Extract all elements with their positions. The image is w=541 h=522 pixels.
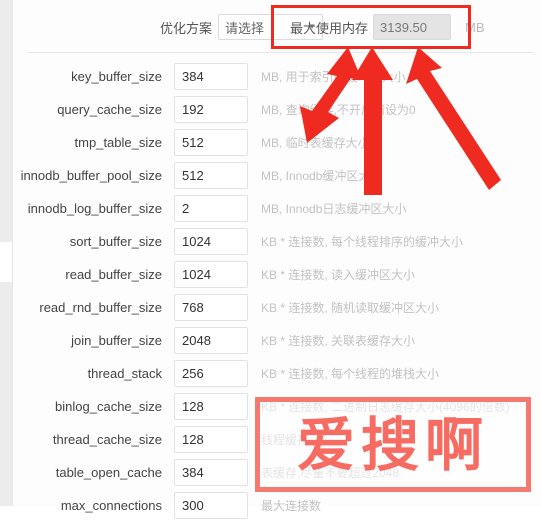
setting-input[interactable]: [174, 360, 248, 387]
setting-label: innodb_log_buffer_size: [27, 201, 162, 216]
setting-hint: MB, Innodb缓冲区大小: [261, 169, 383, 183]
setting-row: binlog_cache_size KB * 连接数, 二进制日志缓存大小(409…: [13, 390, 541, 423]
setting-row: tmp_table_size MB, 临时表缓存大小: [13, 126, 541, 159]
header-divider: [28, 52, 533, 53]
setting-label: sort_buffer_size: [69, 234, 162, 249]
setting-hint: 表缓存,尽量不要超过2048: [261, 466, 400, 480]
setting-row: query_cache_size MB, 查询缓存,不开启请设为0: [13, 93, 541, 126]
max-memory-label: 最大使用内存: [290, 20, 369, 36]
setting-label: thread_cache_size: [52, 432, 162, 447]
max-memory-group: 最大使用内存 MB: [290, 14, 485, 40]
setting-hint: MB, 查询缓存,不开启请设为0: [261, 103, 416, 117]
setting-label: join_buffer_size: [71, 333, 162, 348]
setting-label: read_buffer_size: [65, 267, 162, 282]
setting-input[interactable]: [174, 294, 248, 321]
setting-row: join_buffer_size KB * 连接数, 关联表缓存大小: [13, 324, 541, 357]
setting-row: innodb_log_buffer_size MB, Innodb日志缓冲区大小: [13, 192, 541, 225]
setting-row: sort_buffer_size KB * 连接数, 每个线程排序的缓冲大小: [13, 225, 541, 258]
setting-label: query_cache_size: [57, 102, 162, 117]
setting-hint: KB * 连接数, 关联表缓存大小: [261, 334, 416, 348]
setting-row: read_rnd_buffer_size KB * 连接数, 随机读取缓冲区大小: [13, 291, 541, 324]
settings-form: key_buffer_size MB, 用于索引的缓冲区大小 query_cache…: [13, 60, 541, 522]
setting-hint: KB * 连接数, 读入缓冲区大小: [261, 268, 416, 282]
left-rail-block-bottom: [0, 282, 12, 506]
setting-hint: MB, 用于索引的缓冲区大小: [261, 70, 406, 84]
setting-input[interactable]: [174, 228, 248, 255]
setting-hint: MB, 临时表缓存大小: [261, 136, 370, 150]
setting-hint: KB * 连接数, 二进制日志缓存大小(4096的倍数): [261, 400, 510, 414]
setting-input[interactable]: [174, 162, 248, 189]
setting-input[interactable]: [174, 129, 248, 156]
setting-row: read_buffer_size KB * 连接数, 读入缓冲区大小: [13, 258, 541, 291]
setting-hint: KB * 连接数, 随机读取缓冲区大小: [261, 301, 440, 315]
optimizer-settings-page: 优化方案 请选择 ▼ 最大使用内存 MB key_buffer_size MB, …: [0, 0, 541, 519]
setting-input[interactable]: [174, 96, 248, 123]
setting-input[interactable]: [174, 459, 248, 486]
setting-row: table_open_cache 表缓存,尽量不要超过2048: [13, 456, 541, 489]
setting-row: thread_cache_size 线程缓存: [13, 423, 541, 456]
setting-row: innodb_buffer_pool_size MB, Innodb缓冲区大小: [13, 159, 541, 192]
max-memory-input[interactable]: [373, 14, 452, 40]
setting-input[interactable]: [174, 195, 248, 222]
setting-hint: KB * 连接数, 每个线程的堆栈大小: [261, 367, 440, 381]
setting-input[interactable]: [174, 393, 248, 420]
left-rail: [0, 0, 12, 506]
setting-input[interactable]: [174, 63, 248, 90]
setting-row: thread_stack KB * 连接数, 每个线程的堆栈大小: [13, 357, 541, 390]
setting-hint: MB, Innodb日志缓冲区大小: [261, 202, 407, 216]
setting-hint: KB * 连接数, 每个线程排序的缓冲大小: [261, 235, 464, 249]
setting-label: key_buffer_size: [71, 69, 162, 84]
setting-hint: 线程缓存: [261, 433, 310, 447]
header-row: 优化方案 请选择 ▼ 最大使用内存 MB: [13, 0, 541, 52]
left-rail-block-top: [0, 0, 12, 242]
max-memory-unit: MB: [465, 19, 485, 35]
setting-input[interactable]: [174, 327, 248, 354]
setting-row: key_buffer_size MB, 用于索引的缓冲区大小: [13, 60, 541, 93]
setting-label: read_rnd_buffer_size: [39, 300, 162, 315]
setting-label: thread_stack: [87, 366, 162, 381]
setting-label: table_open_cache: [55, 465, 162, 480]
setting-input[interactable]: [174, 426, 248, 453]
setting-label: innodb_buffer_pool_size: [20, 168, 162, 183]
setting-label: tmp_table_size: [74, 135, 162, 150]
optimization-scheme-label: 优化方案: [160, 20, 213, 36]
setting-label: binlog_cache_size: [55, 399, 162, 414]
setting-input[interactable]: [174, 261, 248, 288]
